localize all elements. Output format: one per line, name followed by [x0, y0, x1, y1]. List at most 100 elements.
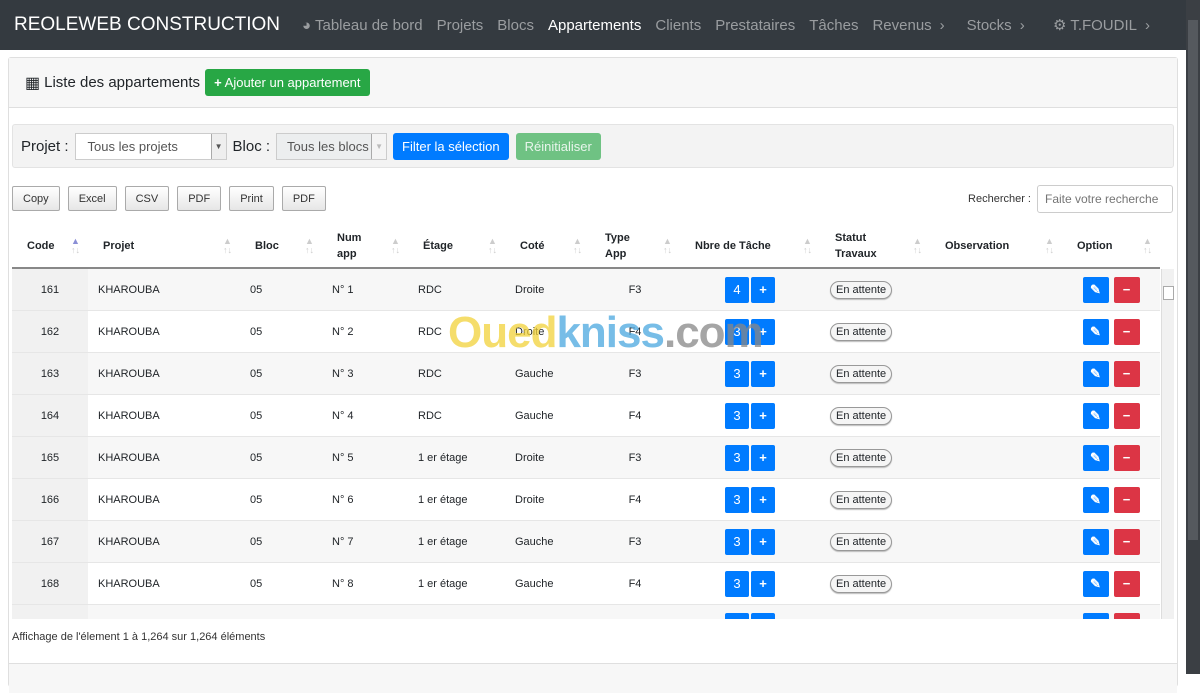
add-task-button[interactable]: + — [751, 486, 775, 513]
user-menu[interactable]: ⚙ T.FOUDIL › — [1053, 16, 1158, 34]
delete-button[interactable]: − — [1113, 612, 1140, 619]
task-count-button[interactable]: 3 — [725, 318, 749, 345]
add-task-button[interactable]: + — [751, 570, 775, 597]
add-task-button[interactable]: + — [751, 612, 775, 619]
edit-button[interactable]: ✎ — [1082, 486, 1109, 513]
cell-type: F3 — [628, 283, 642, 296]
delete-button[interactable]: − — [1113, 570, 1140, 597]
status-badge: En attente — [830, 322, 893, 341]
edit-button[interactable]: ✎ — [1082, 444, 1109, 471]
edit-button[interactable]: ✎ — [1082, 360, 1109, 387]
edit-button[interactable]: ✎ — [1082, 612, 1109, 619]
sort-icon[interactable]: ▲ ↑↓ — [1045, 237, 1054, 255]
cell-code — [12, 605, 88, 619]
brand[interactable]: REOLEWEB CONSTRUCTION — [14, 14, 280, 36]
column-header-label: Code — [27, 240, 55, 252]
delete-button[interactable]: − — [1113, 444, 1140, 471]
card-header: ▦ Liste des appartements + Ajouter un app… — [9, 58, 1177, 108]
pdf-button[interactable]: PDF — [177, 186, 222, 211]
column-header[interactable]: Code ▲ ↑↓ — [12, 225, 88, 267]
nav-prestataires[interactable]: Prestataires — [715, 17, 795, 34]
table-scrollbar[interactable] — [1161, 269, 1174, 619]
cell-option: ✎− — [1062, 528, 1160, 555]
csv-button[interactable]: CSV — [124, 186, 170, 211]
add-task-button[interactable]: + — [751, 318, 775, 345]
nav-blocs[interactable]: Blocs — [497, 17, 534, 34]
task-count-button[interactable]: 3 — [725, 486, 749, 513]
column-header[interactable]: Observation ▲ ↑↓ — [930, 225, 1062, 267]
add-task-button[interactable]: + — [751, 276, 775, 303]
sort-icon[interactable]: ▲ ↑↓ — [913, 237, 922, 255]
sort-icon[interactable]: ▲ ↑↓ — [391, 237, 400, 255]
cell-num: N° 2 — [332, 325, 354, 338]
scrollbar-thumb[interactable] — [1188, 20, 1198, 540]
sort-icon[interactable]: ▲ ↑↓ — [663, 237, 672, 255]
column-header[interactable]: Type App ▲ ↑↓ — [590, 225, 680, 267]
scrollbar-thumb[interactable] — [1163, 286, 1174, 300]
filter-button[interactable]: Filter la sélection — [393, 132, 509, 160]
task-count-button[interactable]: 3 — [725, 360, 749, 387]
reset-button[interactable]: Réinitialiser — [515, 132, 601, 160]
table-info: Affichage de l'élement 1 à 1,264 sur 1,2… — [12, 631, 266, 643]
task-count-button[interactable] — [725, 612, 749, 619]
task-count-button[interactable]: 4 — [725, 276, 749, 303]
edit-button[interactable]: ✎ — [1082, 528, 1109, 555]
column-header[interactable]: Nbre de Tâche ▲ ↑↓ — [680, 225, 820, 267]
task-count-button[interactable]: 3 — [725, 570, 749, 597]
add-apartment-button[interactable]: + Ajouter un appartement — [205, 69, 370, 96]
column-header-label: Type App — [605, 232, 630, 260]
sort-icon[interactable]: ▲ ↑↓ — [71, 237, 80, 255]
nav-taches[interactable]: Tâches — [809, 17, 858, 34]
nav-tableau-de-bord[interactable]: ◕ Tableau de bord — [302, 17, 423, 34]
nav-projets[interactable]: Projets — [437, 17, 484, 34]
nav-revenus[interactable]: Revenus › — [872, 17, 952, 34]
projet-select[interactable]: Tous les projets ▼ — [74, 132, 227, 160]
cell-statut: En attente — [820, 532, 930, 551]
task-count-button[interactable]: 3 — [725, 444, 749, 471]
task-count-button[interactable]: 3 — [725, 528, 749, 555]
cell-num: N° 6 — [332, 493, 354, 506]
column-header[interactable]: Coté ▲ ↑↓ — [505, 225, 590, 267]
sort-icon[interactable]: ▲ ↑↓ — [305, 237, 314, 255]
column-header[interactable]: Bloc ▲ ↑↓ — [240, 225, 322, 267]
edit-button[interactable]: ✎ — [1082, 570, 1109, 597]
delete-button[interactable]: − — [1113, 402, 1140, 429]
delete-button[interactable]: − — [1113, 360, 1140, 387]
sort-icon[interactable]: ▲ ↑↓ — [803, 237, 812, 255]
pdf-button-2[interactable]: PDF — [281, 186, 326, 211]
delete-button[interactable]: − — [1113, 276, 1140, 303]
edit-button[interactable]: ✎ — [1082, 318, 1109, 345]
column-header[interactable]: Statut Travaux ▲ ↑↓ — [820, 225, 930, 267]
delete-button[interactable]: − — [1113, 486, 1140, 513]
cell-type: F3 — [628, 451, 642, 464]
add-task-button[interactable]: + — [751, 360, 775, 387]
sort-icon[interactable]: ▲ ↑↓ — [223, 237, 232, 255]
print-button[interactable]: Print — [229, 186, 274, 211]
nav-stocks[interactable]: Stocks › — [967, 17, 1033, 34]
cell-projet: KHAROUBA — [98, 451, 160, 464]
search-input[interactable] — [1037, 185, 1173, 213]
column-header[interactable]: Option ▲ ↑↓ — [1062, 225, 1160, 267]
add-task-button[interactable]: + — [751, 528, 775, 555]
excel-button[interactable]: Excel — [67, 186, 117, 211]
column-header-label: Num app — [337, 232, 362, 260]
add-task-button[interactable]: + — [751, 444, 775, 471]
nav-clients[interactable]: Clients — [655, 17, 701, 34]
column-header[interactable]: Projet ▲ ↑↓ — [88, 225, 240, 267]
window-scrollbar[interactable] — [1186, 0, 1200, 674]
sort-icon[interactable]: ▲ ↑↓ — [573, 237, 582, 255]
sort-icon[interactable]: ▲ ↑↓ — [488, 237, 497, 255]
add-task-button[interactable]: + — [751, 402, 775, 429]
bloc-select[interactable]: Tous les blocs ▼ — [276, 132, 388, 160]
column-header[interactable]: Étage ▲ ↑↓ — [408, 225, 505, 267]
copy-button[interactable]: Copy — [12, 186, 60, 211]
column-header[interactable]: Num app ▲ ↑↓ — [322, 225, 408, 267]
edit-button[interactable]: ✎ — [1082, 402, 1109, 429]
delete-button[interactable]: − — [1113, 528, 1140, 555]
edit-button[interactable]: ✎ — [1082, 276, 1109, 303]
nav-appartements[interactable]: Appartements — [548, 17, 641, 34]
sort-icon[interactable]: ▲ ↑↓ — [1143, 237, 1152, 255]
task-count-button[interactable]: 3 — [725, 402, 749, 429]
cell-taches: 4 + — [680, 276, 820, 303]
delete-button[interactable]: − — [1113, 318, 1140, 345]
